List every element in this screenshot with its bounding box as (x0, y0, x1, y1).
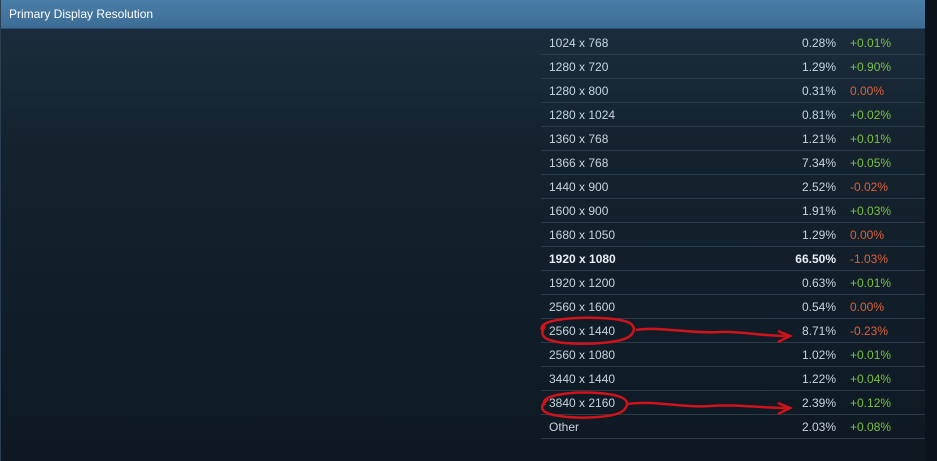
panel-edge (925, 0, 937, 461)
resolution-label: 1360 x 768 (549, 132, 609, 146)
table-row: 2560 x 1600 0.54% 0.00% (541, 295, 926, 319)
share-change: +0.90% (850, 60, 892, 74)
resolution-label: 1920 x 1200 (549, 276, 616, 290)
table-row: 3840 x 2160 2.39% +0.12% (541, 391, 926, 415)
table-row: Other 2.03% +0.08% (541, 415, 926, 439)
resolution-label: 1024 x 768 (549, 36, 609, 50)
share-change: -0.23% (850, 324, 889, 338)
resolution-table: 1024 x 768 0.28% +0.01% 1280 x 720 1.29% +0.9… (541, 31, 926, 439)
share-percent: 1.02% (801, 348, 836, 362)
table-row: 1440 x 900 2.52% -0.02% (541, 175, 926, 199)
table-row: 1280 x 720 1.29% +0.90% (541, 55, 926, 79)
resolution-label: 1680 x 1050 (549, 228, 616, 242)
table-row: 1280 x 1024 0.81% +0.02% (541, 103, 926, 127)
share-percent: 7.34% (801, 156, 836, 170)
resolution-label: 3840 x 2160 (549, 396, 616, 410)
resolution-label: 1280 x 1024 (549, 108, 616, 122)
share-percent: 0.31% (801, 84, 836, 98)
share-change: +0.03% (850, 204, 892, 218)
table-row: 1920 x 1200 0.63% +0.01% (541, 271, 926, 295)
resolution-label: Other (549, 420, 580, 434)
share-change: +0.01% (850, 348, 892, 362)
share-change: +0.01% (850, 132, 892, 146)
table-row: 1280 x 800 0.31% 0.00% (541, 79, 926, 103)
resolution-label: 1280 x 800 (549, 84, 609, 98)
resolution-label: 1440 x 900 (549, 180, 609, 194)
share-change: +0.01% (850, 276, 892, 290)
table-row: 3440 x 1440 1.22% +0.04% (541, 367, 926, 391)
share-percent: 2.52% (801, 180, 836, 194)
share-change: +0.02% (850, 108, 892, 122)
stats-panel: Primary Display Resolution 1024 x 768 0.2… (0, 0, 926, 461)
share-change: 0.00% (850, 84, 885, 98)
section-header[interactable]: Primary Display Resolution (1, 0, 926, 29)
table-row: 1360 x 768 1.21% +0.01% (541, 127, 926, 151)
share-change: 0.00% (850, 228, 885, 242)
share-change: +0.08% (850, 420, 892, 434)
resolution-label: 2560 x 1600 (549, 300, 616, 314)
share-percent: 1.29% (801, 60, 836, 74)
share-percent: 8.71% (801, 324, 836, 338)
share-percent: 66.50% (795, 252, 836, 266)
share-percent: 0.54% (801, 300, 836, 314)
share-change: +0.01% (850, 36, 892, 50)
table-row: 1680 x 1050 1.29% 0.00% (541, 223, 926, 247)
share-percent: 1.91% (801, 204, 836, 218)
share-percent: 1.22% (801, 372, 836, 386)
table-row: 2560 x 1080 1.02% +0.01% (541, 343, 926, 367)
share-change: +0.05% (850, 156, 892, 170)
resolution-label: 2560 x 1440 (549, 324, 616, 338)
share-percent: 0.63% (801, 276, 836, 290)
table-row: 2560 x 1440 8.71% -0.23% (541, 319, 926, 343)
share-percent: 1.29% (801, 228, 836, 242)
share-percent: 1.21% (801, 132, 836, 146)
resolution-label: 1280 x 720 (549, 60, 609, 74)
resolution-label: 2560 x 1080 (549, 348, 616, 362)
table-row: 1024 x 768 0.28% +0.01% (541, 31, 926, 55)
resolution-label: 1600 x 900 (549, 204, 609, 218)
share-percent: 2.03% (801, 420, 836, 434)
section-title: Primary Display Resolution (9, 7, 154, 21)
table-row: 1366 x 768 7.34% +0.05% (541, 151, 926, 175)
share-percent: 0.28% (801, 36, 836, 50)
share-change: 0.00% (850, 300, 885, 314)
share-change: -1.03% (850, 252, 889, 266)
table-row: 1920 x 1080 66.50% -1.03% (541, 247, 926, 271)
resolution-label: 1366 x 768 (549, 156, 609, 170)
share-percent: 2.39% (801, 396, 836, 410)
share-change: +0.04% (850, 372, 892, 386)
share-percent: 0.81% (801, 108, 836, 122)
resolution-label: 3440 x 1440 (549, 372, 616, 386)
share-change: -0.02% (850, 180, 889, 194)
table-row: 1600 x 900 1.91% +0.03% (541, 199, 926, 223)
resolution-label: 1920 x 1080 (549, 252, 616, 266)
share-change: +0.12% (850, 396, 892, 410)
